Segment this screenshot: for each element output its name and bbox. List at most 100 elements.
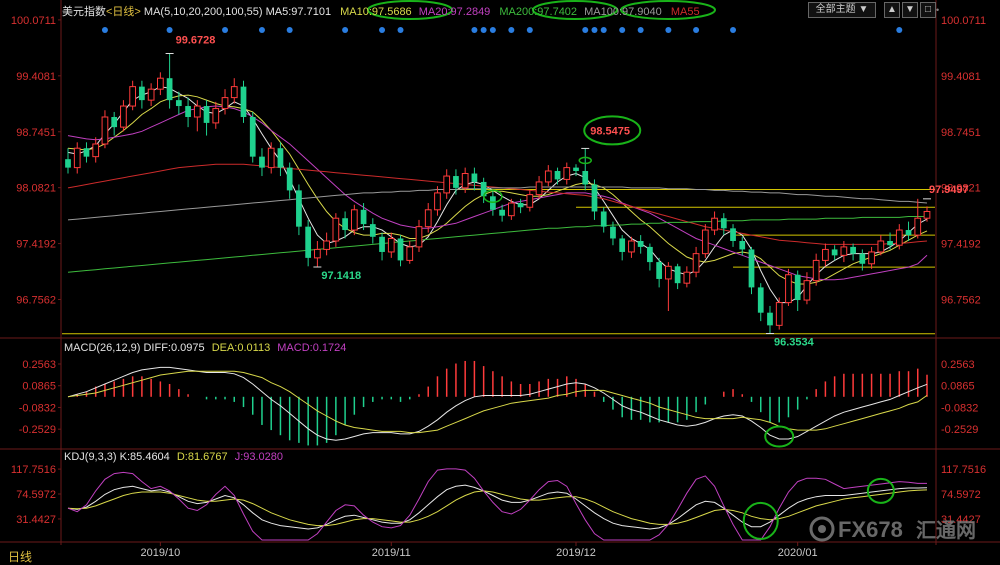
symbol-label: 美元指数: [62, 6, 106, 18]
price-header: 美元指数<日线> MA(5,10,20,200,100,55) MA5:97.7…: [62, 3, 700, 19]
candle-body-up: [812, 259, 820, 282]
all-topics-dropdown[interactable]: 全部主题 ▼: [808, 2, 876, 18]
macd-panel: [67, 360, 928, 448]
candle-body-down: [305, 226, 312, 258]
candle-body-up: [692, 253, 700, 273]
macd-tick-label-left: -0.0832: [19, 402, 56, 414]
candle-body-down: [277, 148, 284, 168]
macd-header: MACD(26,12,9) DIFF:0.0975 DEA:0.0113 MAC…: [64, 342, 346, 354]
candle-body-down: [166, 78, 173, 101]
kdj-k: K:85.4604: [119, 451, 170, 463]
candle-body-down: [637, 240, 644, 247]
candle-body-down: [83, 148, 90, 157]
candle-body-up: [895, 229, 903, 246]
highlight-circle: [764, 425, 795, 448]
candle-body-down: [342, 218, 348, 231]
macd-tick-label-right: -0.2529: [941, 424, 978, 436]
x-axis: 2019/10 2019/11 2019/12 2020/01: [140, 542, 818, 559]
x-tick-label: 2020/01: [778, 547, 818, 559]
kdj-line-j: [67, 468, 927, 541]
price-tick-label-left: 98.0821: [16, 183, 56, 195]
macd-tick-label-right: 0.2563: [941, 359, 975, 371]
candle-body-down: [905, 230, 912, 236]
candle-body-up: [387, 237, 395, 253]
candle-body-down: [185, 106, 191, 118]
candle-body-up: [350, 209, 358, 231]
event-dot: [342, 27, 349, 33]
macd-tick-label-right: 0.0865: [941, 381, 975, 393]
ma100-label: MA100:97.9040: [584, 6, 662, 18]
candle-body-up: [120, 105, 127, 128]
candle-body-down: [249, 117, 256, 157]
event-dot: [286, 27, 293, 33]
candle-body-up: [535, 181, 543, 196]
period-tab[interactable]: 日线: [8, 548, 32, 565]
candle-body-down: [65, 159, 71, 168]
event-dot: [693, 27, 700, 33]
price-tick-label-left: 98.7451: [16, 127, 56, 139]
candle-body-up: [314, 248, 321, 259]
candle-body-up: [628, 240, 635, 253]
ma200-label: MA200:97.7402: [499, 6, 578, 18]
kdj-panel: [67, 468, 928, 541]
candle-body-down: [139, 86, 145, 101]
event-dot: [896, 27, 903, 33]
period-selector[interactable]: <日线>: [106, 6, 141, 18]
candle-body-down: [453, 176, 459, 188]
candle-body-down: [573, 167, 579, 171]
ma55-label: MA55: [670, 6, 700, 18]
ma5-label: MA5:97.7101: [265, 6, 332, 18]
all-topics-label: 全部主题: [815, 4, 856, 15]
candle-body-down: [674, 266, 681, 284]
kdj-tick-label-left: 31.4427: [16, 514, 56, 526]
candle-body-down: [499, 209, 505, 216]
macd-tick-label-right: -0.0832: [941, 402, 978, 414]
macd-value: MACD:0.1724: [277, 342, 347, 354]
candle-body-up: [563, 167, 571, 180]
scroll-up-button[interactable]: ▲: [884, 2, 900, 18]
ma20-label: MA20:97.2849: [418, 6, 491, 18]
candle-body-up: [323, 240, 330, 250]
candle-body-down: [619, 238, 626, 252]
candle-body-up: [147, 88, 155, 101]
ma-line-ma200: [67, 216, 927, 273]
price-tick-label-right: 98.7451: [941, 127, 981, 139]
event-dot: [489, 27, 496, 33]
candle-body-down: [794, 274, 801, 301]
candle-body-up: [711, 217, 718, 231]
event-dot: [166, 27, 173, 33]
candle-body-up: [129, 86, 137, 107]
price-tick-label-left: 99.4081: [16, 71, 56, 83]
candle-body-down: [610, 226, 616, 239]
triangle-down-icon: ▼: [905, 4, 915, 15]
candle-body-down: [360, 209, 367, 225]
event-dot: [637, 27, 644, 33]
candle-body-down: [591, 184, 598, 212]
candle-body-down: [600, 211, 607, 227]
event-dot: [379, 27, 386, 33]
kdj-name: KDJ(9,3,3): [64, 451, 117, 463]
candle-body-up: [424, 209, 432, 228]
candle-body-up: [665, 265, 672, 280]
candle-body-up: [221, 97, 229, 110]
event-dot: [600, 27, 607, 33]
candle-body-up: [415, 226, 423, 248]
window-toggle-button[interactable]: □: [920, 2, 936, 18]
candle-body-down: [647, 246, 653, 263]
chart-canvas: 100.0711 100.0711 99.4081 99.4081 98.7451 98.…: [0, 0, 1000, 559]
price-annotation: 98.5475: [590, 125, 630, 137]
candle-body-down: [850, 246, 856, 254]
watermark-cn: 汇通网: [916, 518, 976, 542]
candle-body-down: [286, 167, 293, 191]
macd-name: MACD(26,12,9): [64, 342, 141, 354]
candle-body-up: [822, 248, 829, 261]
scroll-down-button[interactable]: ▼: [902, 2, 918, 18]
kdj-j: J:93.0280: [234, 451, 284, 463]
event-dot: [582, 27, 589, 33]
square-icon: □: [924, 4, 932, 15]
candle-body-up: [212, 108, 220, 124]
event-dot: [397, 27, 404, 33]
corner-dot-icon: •: [936, 5, 940, 15]
grid-layer: 100.0711 100.0711 99.4081 99.4081 98.7451 98.…: [0, 0, 1000, 545]
candle-body-up: [92, 143, 100, 158]
